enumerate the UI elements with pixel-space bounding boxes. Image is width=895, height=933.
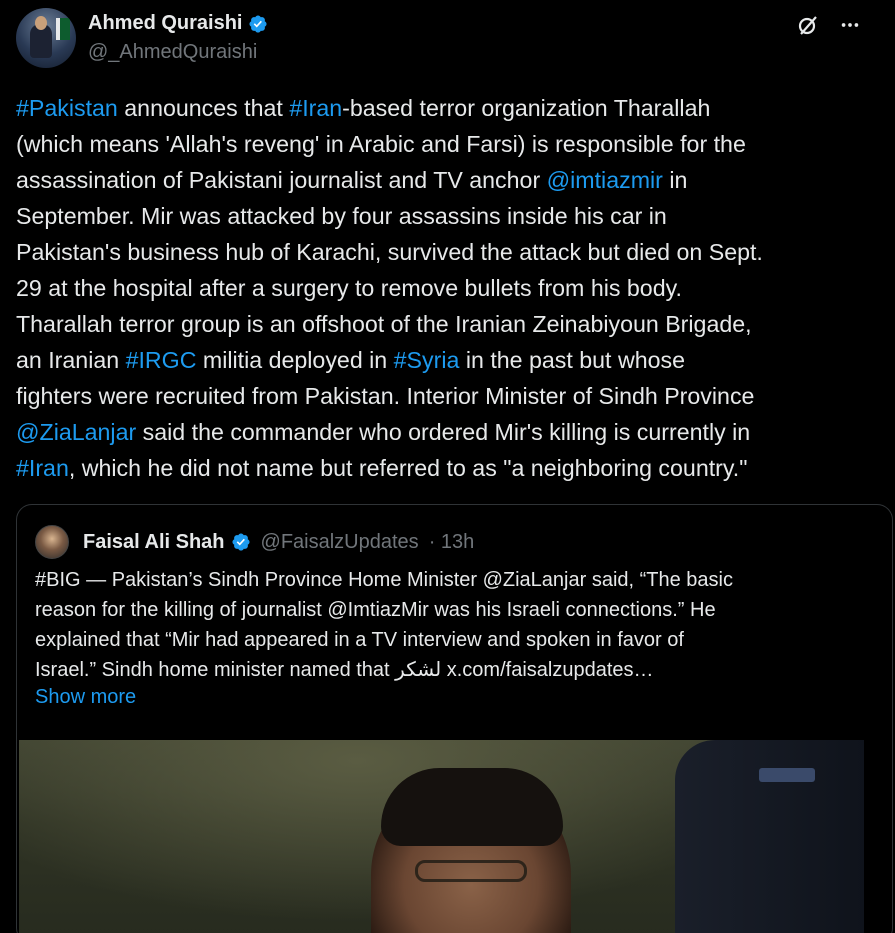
- tweet-text-segment: in the past but whose: [459, 347, 685, 373]
- grok-icon[interactable]: [795, 12, 821, 38]
- tweet-text-segment: fighters were recruited from Pakistan. I…: [16, 383, 755, 409]
- quoted-author-avatar[interactable]: [35, 525, 69, 559]
- show-more-link[interactable]: Show more: [35, 686, 136, 709]
- quoted-text-line: reason for the killing of journalist @Im…: [35, 599, 716, 621]
- tweet-text-segment: -based terror organization Tharallah: [342, 95, 711, 121]
- author-avatar[interactable]: [16, 8, 76, 68]
- tweet-text-line: September. Mir was attacked by four assa…: [16, 198, 876, 234]
- tweet-text-line: an Iranian #IRGC militia deployed in #Sy…: [16, 342, 876, 378]
- tweet-text-line: Pakistan's business hub of Karachi, surv…: [16, 234, 876, 270]
- hashtag-link[interactable]: #Pakistan: [16, 95, 118, 121]
- quoted-author-name[interactable]: Faisal Ali Shah: [83, 531, 225, 554]
- tweet-text: #Pakistan announces that #Iran-based ter…: [16, 90, 876, 486]
- tweet-text-segment: Pakistan's business hub of Karachi, surv…: [16, 239, 763, 265]
- mention-link[interactable]: @ZiaLanjar: [16, 419, 136, 445]
- quoted-media-image[interactable]: [19, 740, 864, 933]
- media-person-glasses: [415, 860, 527, 882]
- more-icon[interactable]: [837, 12, 863, 38]
- tweet-text-line: (which means 'Allah's reveng' in Arabic …: [16, 126, 876, 162]
- tweet-text-segment: , which he did not name but referred to …: [68, 455, 748, 481]
- media-badge: [759, 768, 815, 782]
- author-name-row: Ahmed Quraishi: [88, 12, 268, 35]
- quoted-text-line: explained that “Mir had appeared in a TV…: [35, 629, 684, 651]
- quoted-author-handle[interactable]: @FaisalzUpdates: [261, 531, 419, 554]
- avatar-head: [35, 16, 47, 30]
- quoted-tweet-text: #BIG — Pakistan’s Sindh Province Home Mi…: [35, 565, 875, 685]
- tweet-text-line: @ZiaLanjar said the commander who ordere…: [16, 414, 876, 450]
- tweet-text-line: fighters were recruited from Pakistan. I…: [16, 378, 876, 414]
- quoted-tweet-time[interactable]: · 13h: [429, 531, 475, 554]
- tweet-text-line: 29 at the hospital after a surgery to re…: [16, 270, 876, 306]
- quoted-text-line: Israel.” Sindh home minister named that …: [35, 659, 654, 681]
- tweet-text-segment: militia deployed in: [196, 347, 394, 373]
- tweet-header: Ahmed Quraishi @_AhmedQuraishi: [16, 8, 879, 68]
- tweet-text-line: Tharallah terror group is an offshoot of…: [16, 306, 876, 342]
- verified-badge-icon: [249, 14, 268, 33]
- hashtag-link[interactable]: #Iran: [289, 95, 342, 121]
- tweet-text-line: assassination of Pakistani journalist an…: [16, 162, 876, 198]
- tweet-text-segment: assassination of Pakistani journalist an…: [16, 167, 547, 193]
- tweet-text-segment: September. Mir was attacked by four assa…: [16, 203, 667, 229]
- tweet-text-segment: an Iranian: [16, 347, 126, 373]
- flag-decoration: [56, 18, 70, 40]
- quoted-tweet[interactable]: Faisal Ali Shah @FaisalzUpdates · 13h #B…: [16, 504, 893, 933]
- hashtag-link[interactable]: #IRGC: [126, 347, 197, 373]
- media-person-hair: [381, 768, 563, 846]
- mention-link[interactable]: @imtiazmir: [547, 167, 663, 193]
- tweet-text-segment: 29 at the hospital after a surgery to re…: [16, 275, 682, 301]
- tweet-text-segment: announces that: [117, 95, 290, 121]
- tweet-text-line: #Pakistan announces that #Iran-based ter…: [16, 90, 876, 126]
- quoted-text-line: #BIG — Pakistan’s Sindh Province Home Mi…: [35, 569, 733, 591]
- tweet-text-segment: (which means 'Allah's reveng' in Arabic …: [16, 131, 746, 157]
- tweet-text-segment: Tharallah terror group is an offshoot of…: [16, 311, 752, 337]
- author-handle[interactable]: @_AhmedQuraishi: [88, 41, 257, 64]
- author-name[interactable]: Ahmed Quraishi: [88, 12, 242, 35]
- quoted-tweet-header: Faisal Ali Shah @FaisalzUpdates · 13h: [35, 525, 474, 559]
- hashtag-link[interactable]: #Iran: [16, 455, 69, 481]
- hashtag-link[interactable]: #Syria: [394, 347, 460, 373]
- tweet-text-segment: said the commander who ordered Mir's kil…: [136, 419, 751, 445]
- tweet-text-line: #Iran, which he did not name but referre…: [16, 450, 876, 486]
- header-actions: [795, 12, 863, 38]
- verified-badge-icon: [231, 533, 250, 551]
- tweet-text-segment: in: [662, 167, 688, 193]
